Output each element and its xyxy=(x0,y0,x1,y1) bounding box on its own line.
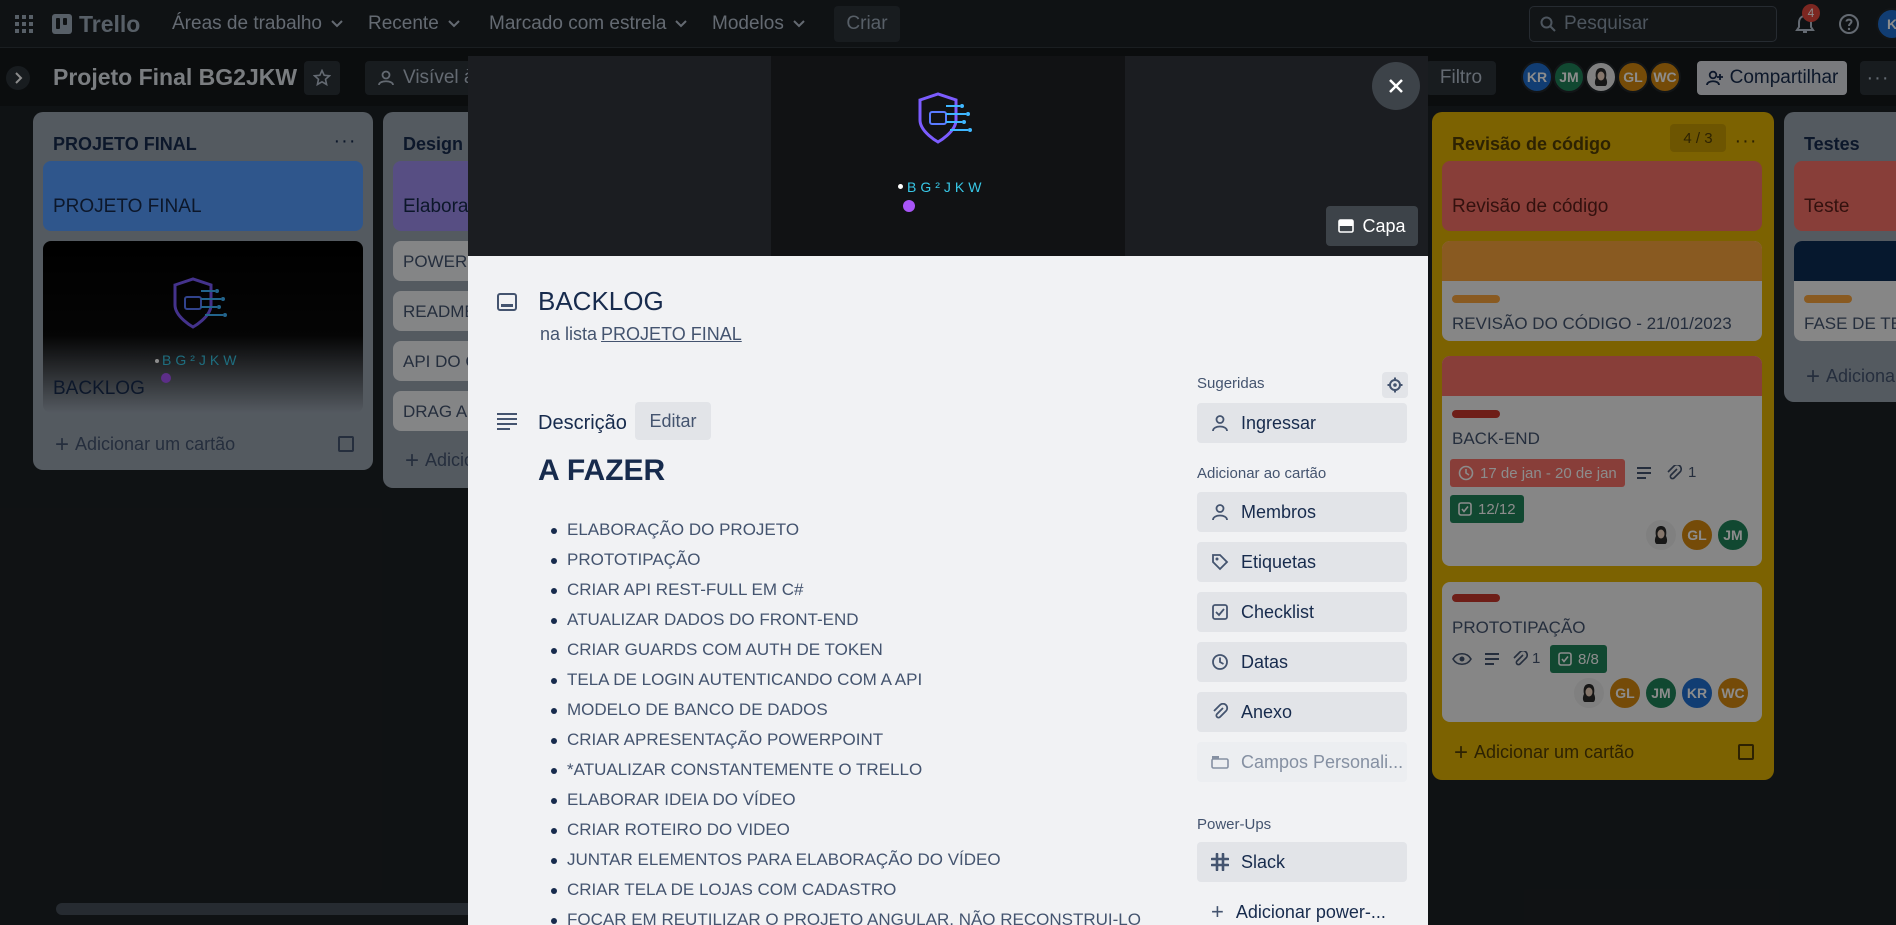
paperclip-icon xyxy=(1213,703,1229,719)
members-button[interactable]: Membros xyxy=(1197,492,1407,532)
description-icon xyxy=(497,413,517,430)
edit-description-button[interactable]: Editar xyxy=(635,402,711,440)
todo-item: MODELO DE BANCO DE DADOS xyxy=(551,695,1141,725)
dates-button[interactable]: Datas xyxy=(1197,642,1407,682)
add-to-card-heading: Adicionar ao cartão xyxy=(1197,465,1327,482)
add-powerup-button[interactable]: + Adicionar power-... xyxy=(1197,892,1407,925)
person-icon xyxy=(1212,415,1228,432)
decor-dot xyxy=(898,184,903,189)
todo-item: *ATUALIZAR CONSTANTEMENTE O TRELLO xyxy=(551,755,1141,785)
labels-button[interactable]: Etiquetas xyxy=(1197,542,1407,582)
todo-item: ELABORAR IDEIA DO VÍDEO xyxy=(551,785,1141,815)
description-heading: Descrição xyxy=(538,412,627,434)
powerups-heading: Power-Ups xyxy=(1197,816,1272,833)
shield-logo-icon xyxy=(918,92,972,144)
add-powerup-label: Adicionar power-... xyxy=(1235,901,1386,922)
attachment-button[interactable]: Anexo xyxy=(1197,692,1407,732)
cover-image: BG²JKW xyxy=(771,56,1125,256)
todo-item: FOCAR EM REUTILIZAR O PROJETO ANGULAR, N… xyxy=(551,905,1141,925)
todo-heading: A FAZER xyxy=(538,454,666,487)
gear-icon xyxy=(1387,377,1403,393)
checkbox-icon xyxy=(1212,604,1228,620)
cover-logo-text: BG²JKW xyxy=(907,179,986,195)
list-link[interactable]: PROJETO FINAL xyxy=(601,324,742,344)
tag-icon xyxy=(1212,554,1229,571)
labels-label: Etiquetas xyxy=(1241,551,1317,572)
join-label: Ingressar xyxy=(1241,412,1317,433)
card-list-reference: na lista PROJETO FINAL xyxy=(540,324,742,345)
todo-item: CRIAR APRESENTAÇÃO POWERPOINT xyxy=(551,725,1141,755)
slack-button[interactable]: Slack xyxy=(1197,842,1407,882)
todo-item: CRIAR GUARDS COM AUTH DE TOKEN xyxy=(551,635,1141,665)
attachment-label: Anexo xyxy=(1241,701,1293,722)
custom-fields-label: Campos Personali... xyxy=(1241,751,1404,772)
todo-item: CRIAR API REST-FULL EM C# xyxy=(551,575,1141,605)
card-title-heading[interactable]: BACKLOG xyxy=(538,286,664,317)
card-cover-area: BG²JKW Capa xyxy=(468,56,1428,256)
card-detail-modal: BG²JKW Capa BACKLOG na lista PROJETO FINA… xyxy=(468,56,1428,925)
todo-list: ELABORAÇÃO DO PROJETO PROTOTIPAÇÃO CRIAR… xyxy=(551,515,1141,925)
cover-button-label: Capa xyxy=(1362,215,1406,236)
cover-button[interactable]: Capa xyxy=(1326,206,1418,246)
custom-fields-icon xyxy=(1211,756,1229,769)
todo-item: TELA DE LOGIN AUTENTICANDO COM A API xyxy=(551,665,1141,695)
close-icon xyxy=(1389,79,1403,93)
todo-item: JUNTAR ELEMENTOS PARA ELABORAÇÃO DO VÍDE… xyxy=(551,845,1141,875)
todo-item: ATUALIZAR DADOS DO FRONT-END xyxy=(551,605,1141,635)
custom-fields-button[interactable]: Campos Personali... xyxy=(1197,742,1407,782)
todo-item: CRIAR TELA DE LOJAS COM CADASTRO xyxy=(551,875,1141,905)
dates-label: Datas xyxy=(1241,651,1289,672)
slack-label: Slack xyxy=(1241,851,1286,872)
in-list-prefix: na lista xyxy=(540,324,598,344)
checklist-label: Checklist xyxy=(1241,601,1315,622)
suggested-heading: Sugeridas xyxy=(1197,375,1265,392)
clock-icon xyxy=(1212,654,1228,670)
join-button[interactable]: Ingressar xyxy=(1197,403,1407,443)
checklist-button[interactable]: Checklist xyxy=(1197,592,1407,632)
decor-dot xyxy=(903,200,915,212)
person-icon xyxy=(1212,504,1228,521)
todo-item: PROTOTIPAÇÃO xyxy=(551,545,1141,575)
todo-item: CRIAR ROTEIRO DO VIDEO xyxy=(551,815,1141,845)
members-label: Membros xyxy=(1241,501,1317,522)
close-modal-button[interactable] xyxy=(1372,62,1420,110)
suggestions-settings-button[interactable] xyxy=(1382,372,1408,398)
todo-item: ELABORAÇÃO DO PROJETO xyxy=(551,515,1141,545)
plus-icon: + xyxy=(1211,899,1224,924)
cover-icon xyxy=(1338,219,1355,233)
card-icon xyxy=(497,293,517,311)
slack-icon xyxy=(1211,853,1229,871)
